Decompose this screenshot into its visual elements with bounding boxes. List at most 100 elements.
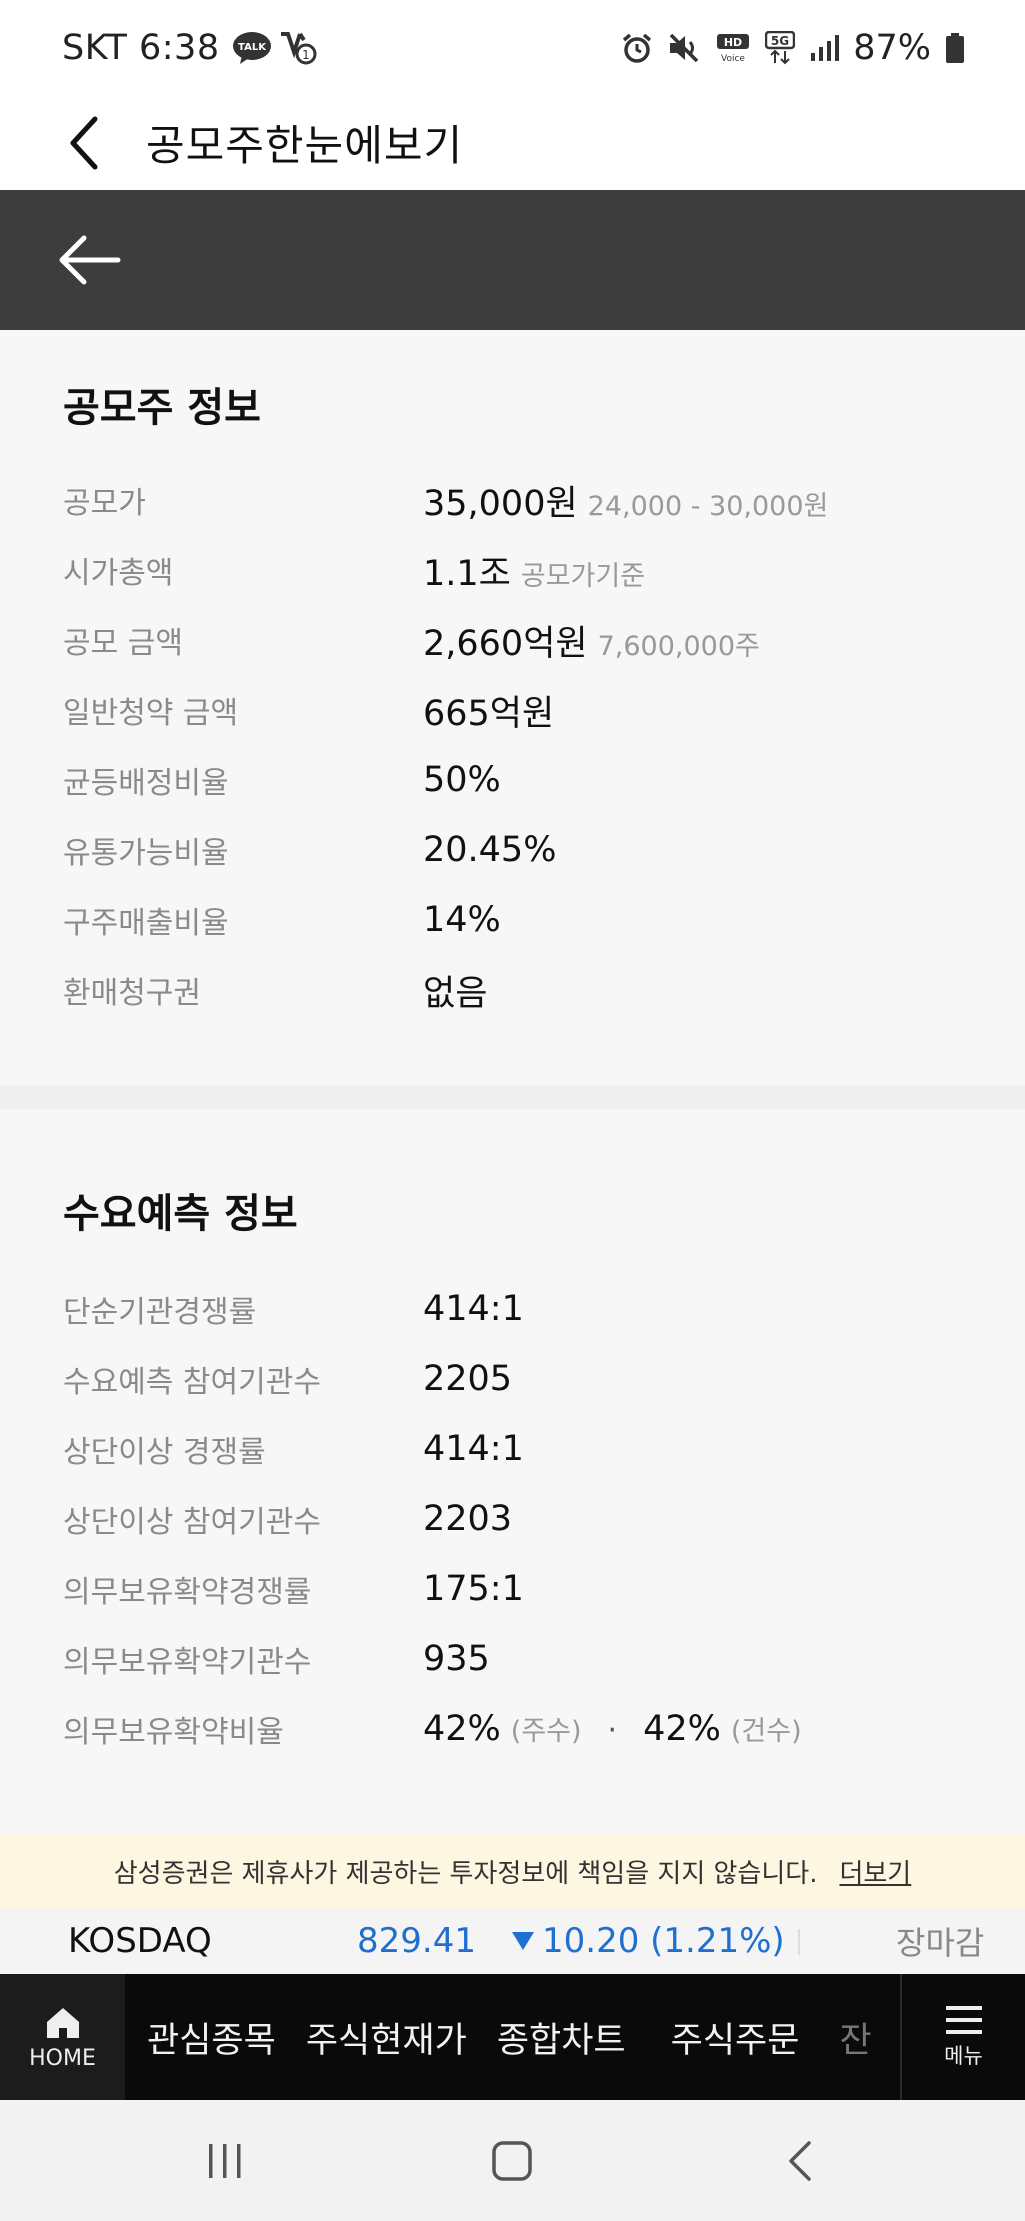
nav-item-current-price[interactable]: 주식현재가 xyxy=(306,2012,467,2063)
section-title: 수요예측 정보 xyxy=(63,1191,298,1237)
home-label: HOME xyxy=(29,2045,96,2071)
app-header: 공모주한눈에보기 xyxy=(0,95,1025,190)
info-row: 균등배정비율 50% xyxy=(63,745,963,815)
notification-icon: 1 xyxy=(278,30,318,66)
row-label: 환매청구권 xyxy=(63,976,201,1011)
section-title: 공모주 정보 xyxy=(63,385,261,431)
row-value: 2203 xyxy=(423,1499,513,1539)
row-value: 1.1조 공모가기준 xyxy=(423,545,645,596)
market-status: 장마감 xyxy=(896,1923,985,1962)
screen: SKT 6:38 TALK 1 HD Voice 5G 87% 공모주한눈에보기… xyxy=(0,0,1025,2221)
page-title: 공모주한눈에보기 xyxy=(146,121,464,170)
demand-info-section: 수요예측 정보 단순기관경쟁률 414:1 수요예측 참여기관수 2205 상단… xyxy=(0,1109,1025,1809)
row-value: 175:1 xyxy=(423,1569,524,1609)
info-row: 상단이상 경쟁률 414:1 xyxy=(63,1414,963,1484)
nav-menu-strip: 관심종목 주식현재가 종합차트 주식주문 잔 xyxy=(125,1974,900,2100)
value-sub-cases: (건수) xyxy=(730,1716,802,1747)
row-label: 의무보유확약경쟁률 xyxy=(63,1575,312,1610)
row-label: 의무보유확약비율 xyxy=(63,1715,284,1750)
home-system-button[interactable] xyxy=(482,2136,542,2186)
back-chevron-icon xyxy=(789,2141,811,2181)
system-nav-bar xyxy=(0,2100,1025,2221)
arrow-left-icon xyxy=(59,235,121,285)
recent-apps-button[interactable] xyxy=(195,2136,255,2186)
carrier-label: SKT xyxy=(62,27,128,68)
index-ticker[interactable]: KOSDAQ 829.41 10.20 (1.21%) 장마감 xyxy=(0,1907,1025,1974)
nav-menu-button[interactable]: 메뉴 xyxy=(900,1974,1025,2100)
system-back-button[interactable] xyxy=(770,2136,830,2186)
info-row: 공모 금액 2,660억원 7,600,000주 xyxy=(63,605,963,675)
info-row: 일반청약 금액 665억원 xyxy=(63,675,963,745)
ipo-info-section: 공모주 정보 공모가 35,000원 24,000 - 30,000원 시가총액 … xyxy=(0,330,1025,1085)
status-carrier-time: SKT 6:38 xyxy=(62,28,220,68)
info-row: 상단이상 참여기관수 2203 xyxy=(63,1484,963,1554)
row-value: 414:1 xyxy=(423,1289,524,1329)
value-separator: · xyxy=(607,1713,618,1748)
row-label: 상단이상 참여기관수 xyxy=(63,1505,321,1540)
row-label: 수요예측 참여기관수 xyxy=(63,1365,321,1400)
row-value: 20.45% xyxy=(423,830,557,870)
svg-text:1: 1 xyxy=(302,48,310,62)
bottom-nav: HOME 관심종목 주식현재가 종합차트 주식주문 잔 메뉴 xyxy=(0,1974,1025,2100)
info-row: 단순기관경쟁률 414:1 xyxy=(63,1274,963,1344)
value-sub: 24,000 - 30,000원 xyxy=(587,490,829,522)
clock: 6:38 xyxy=(138,27,220,68)
value-text: 35,000원 xyxy=(423,483,578,524)
section-divider xyxy=(0,1085,1025,1109)
value-text: 1.1조 xyxy=(423,553,511,594)
hamburger-icon xyxy=(945,2006,982,2034)
row-label: 의무보유확약기관수 xyxy=(63,1645,312,1680)
row-value: 14% xyxy=(423,900,501,940)
disclaimer-more-link[interactable]: 더보기 xyxy=(839,1853,911,1890)
row-label: 균등배정비율 xyxy=(63,766,229,801)
battery-icon xyxy=(945,32,965,64)
info-row-lockup-ratio: 의무보유확약비율 42% (주수) · 42% (건수) xyxy=(63,1694,963,1764)
index-value: 829.41 xyxy=(357,1920,476,1961)
nav-home-button[interactable]: HOME xyxy=(0,1974,125,2100)
header-back-button[interactable] xyxy=(52,112,114,174)
row-label: 일반청약 금액 xyxy=(63,696,239,731)
web-back-button[interactable] xyxy=(56,230,122,290)
info-row: 환매청구권 없음 xyxy=(63,955,963,1025)
web-toolbar xyxy=(0,190,1025,330)
nav-item-watchlist[interactable]: 관심종목 xyxy=(147,2012,276,2063)
menu-label: 메뉴 xyxy=(944,2044,983,2068)
value-shares: 42% xyxy=(423,1709,501,1749)
home-icon xyxy=(46,2007,79,2038)
recent-apps-icon xyxy=(209,2144,241,2178)
row-label: 구주매출비율 xyxy=(63,906,229,941)
disclaimer-banner: 삼성증권은 제휴사가 제공하는 투자정보에 책임을 지지 않습니다. 더보기 xyxy=(0,1835,1025,1907)
disclaimer-text: 삼성증권은 제휴사가 제공하는 투자정보에 책임을 지지 않습니다. xyxy=(113,1858,818,1889)
row-value: 414:1 xyxy=(423,1429,524,1469)
row-value: 2205 xyxy=(423,1359,513,1399)
down-triangle-icon xyxy=(512,1931,534,1950)
info-row: 시가총액 1.1조 공모가기준 xyxy=(63,535,963,605)
status-left-icons: TALK 1 xyxy=(232,30,318,66)
hd-voice-icon: HD Voice xyxy=(715,32,751,64)
nav-item-balance[interactable]: 잔 xyxy=(839,2012,871,2063)
nav-item-order[interactable]: 주식주문 xyxy=(671,2012,800,2063)
signal-icon xyxy=(809,33,840,63)
status-right-icons: HD Voice 5G 87% xyxy=(621,28,965,68)
row-value: 35,000원 24,000 - 30,000원 xyxy=(423,475,828,526)
svg-text:HD: HD xyxy=(724,36,742,49)
row-value: 없음 xyxy=(423,973,488,1014)
row-value: 50% xyxy=(423,760,501,800)
talk-badge-text: TALK xyxy=(238,42,267,53)
svg-text:5G: 5G xyxy=(771,34,789,48)
info-row: 의무보유확약경쟁률 175:1 xyxy=(63,1554,963,1624)
content-area: 공모주 정보 공모가 35,000원 24,000 - 30,000원 시가총액 … xyxy=(0,330,1025,1835)
nav-item-chart[interactable]: 종합차트 xyxy=(497,2012,626,2063)
mute-icon xyxy=(667,32,701,64)
row-value: 42% (주수) · 42% (건수) xyxy=(423,1709,802,1749)
demand-info-list: 단순기관경쟁률 414:1 수요예측 참여기관수 2205 상단이상 경쟁률 4… xyxy=(63,1274,963,1764)
index-name: KOSDAQ xyxy=(68,1920,212,1961)
value-sub: 7,600,000주 xyxy=(597,630,760,662)
ipo-info-list: 공모가 35,000원 24,000 - 30,000원 시가총액 1.1조 공모가… xyxy=(63,465,963,1025)
5g-icon: 5G xyxy=(765,30,796,65)
row-label: 단순기관경쟁률 xyxy=(63,1295,257,1330)
home-square-icon xyxy=(492,2141,532,2181)
svg-text:Voice: Voice xyxy=(721,54,745,64)
info-row: 구주매출비율 14% xyxy=(63,885,963,955)
row-label: 시가총액 xyxy=(63,556,174,591)
